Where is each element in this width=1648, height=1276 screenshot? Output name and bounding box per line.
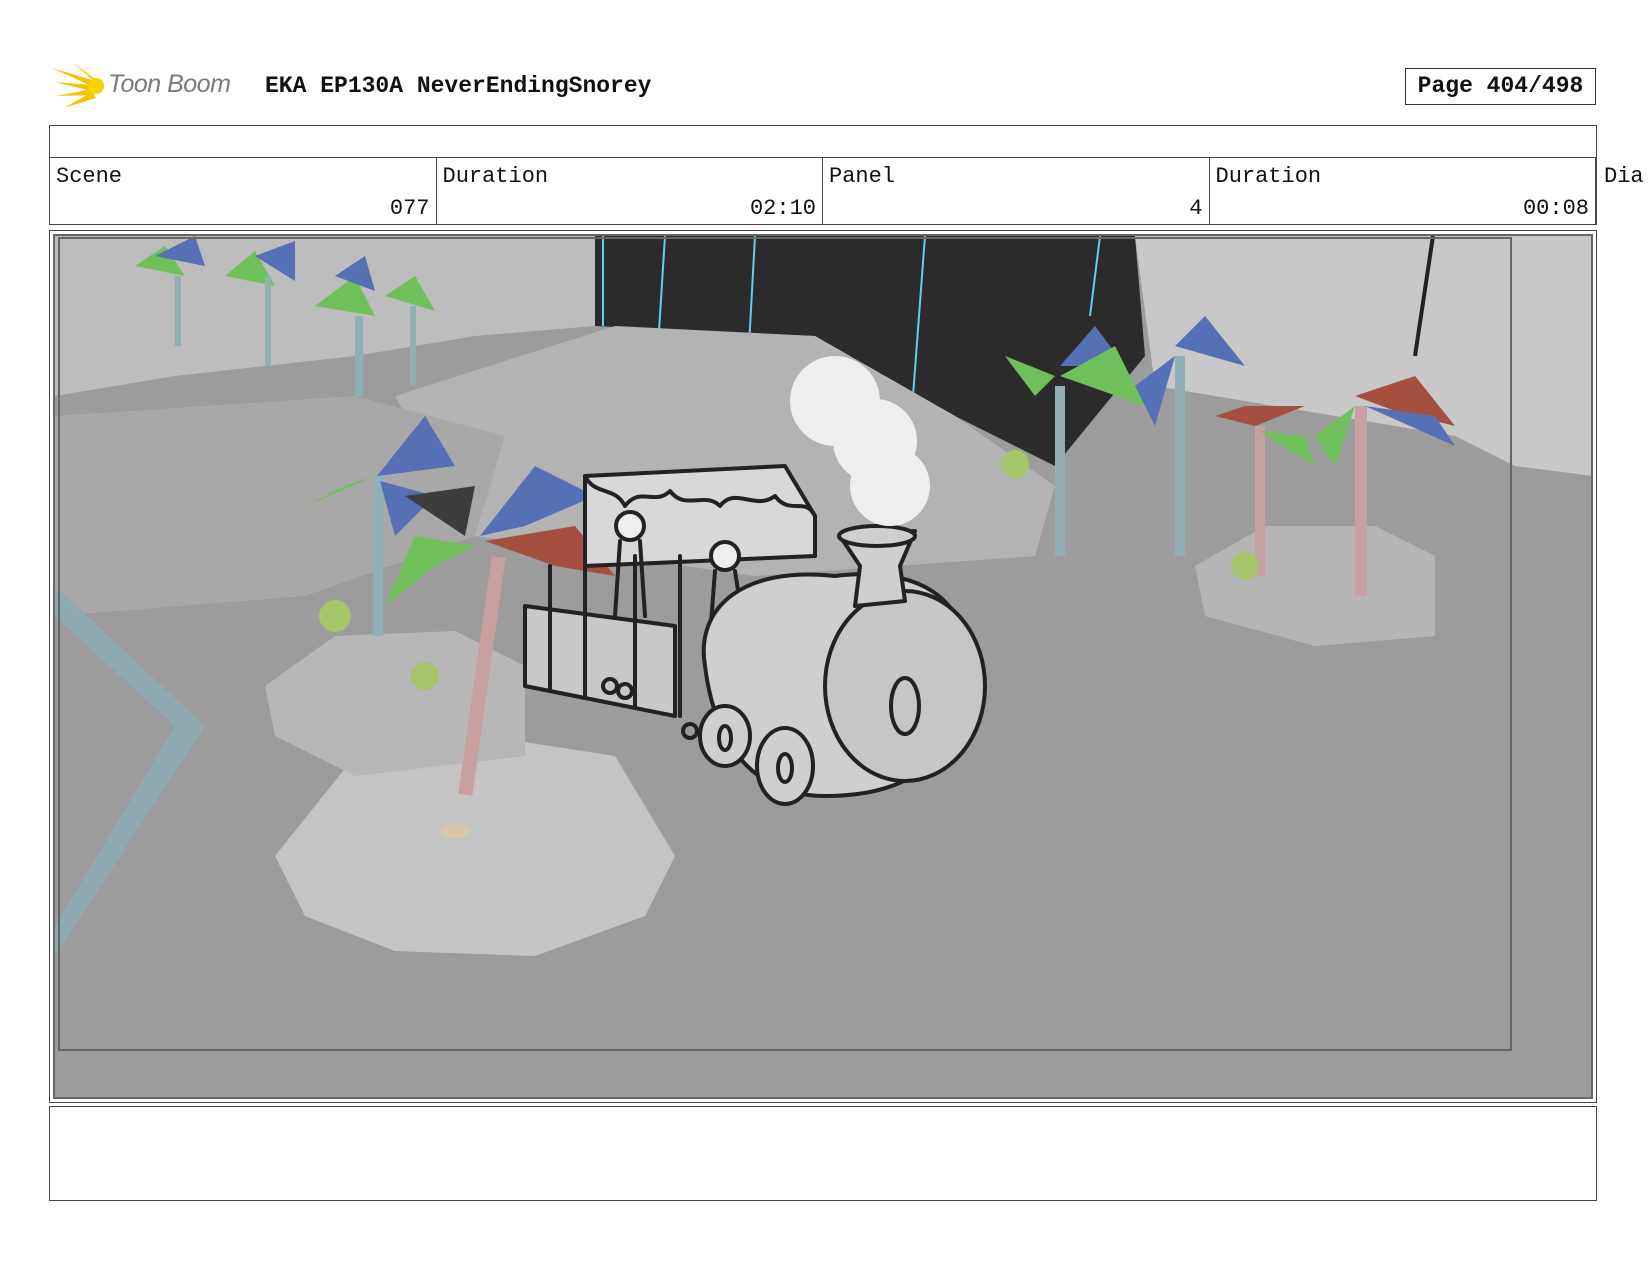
meta-label: Duration [442, 164, 549, 189]
meta-label: Scene [56, 164, 123, 189]
meta-cell-scene: Scene 077 [50, 158, 437, 224]
dialogue-label-cut: Dia [1604, 164, 1644, 189]
document-title: EKA EP130A NeverEndingSnorey [265, 73, 652, 99]
train-scene-illustration-icon [55, 236, 1591, 1097]
meta-value: 02:10 [749, 196, 816, 221]
panel-notes-box [49, 1106, 1597, 1201]
logo-text: Toon Boom [108, 70, 231, 98]
storyboard-panel-frame [49, 230, 1597, 1103]
storyboard-panel-image [53, 234, 1593, 1099]
meta-cell-scene-duration: Duration 02:10 [437, 158, 823, 224]
meta-label: Duration [1215, 164, 1322, 189]
meta-value: 077 [389, 196, 430, 221]
panel-meta-row: Scene 077 Duration 02:10 Panel 4 Duratio… [49, 158, 1597, 225]
meta-value: 4 [1189, 196, 1203, 221]
meta-value: 00:08 [1522, 196, 1589, 221]
header-blank-row [49, 125, 1597, 158]
meta-label: Panel [829, 164, 896, 189]
page-indicator: Page 404/498 [1405, 68, 1596, 105]
meta-cell-panel: Panel 4 [823, 158, 1210, 224]
meta-cell-panel-duration: Duration 00:08 [1210, 158, 1596, 224]
